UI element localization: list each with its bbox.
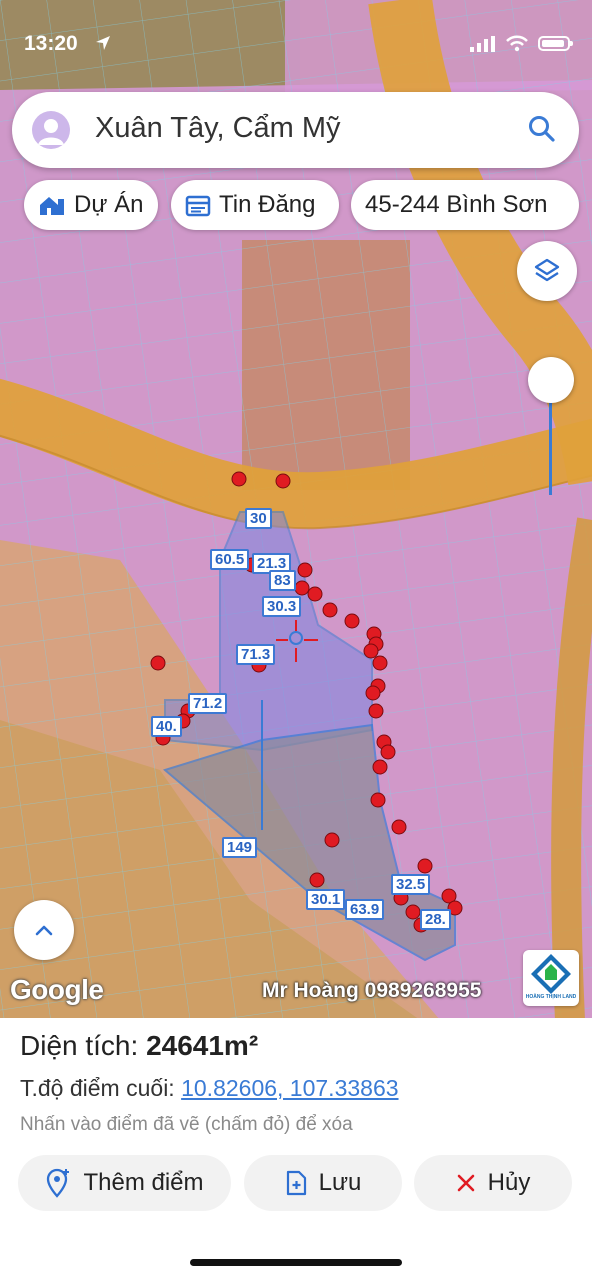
battery-icon: [538, 36, 573, 51]
chip-tin-dang[interactable]: Tin Đăng: [171, 180, 339, 230]
measure-label: 83: [269, 570, 296, 591]
google-logo: Google: [10, 974, 104, 1005]
measure-label: 71.3: [236, 644, 276, 665]
calendar-icon: [185, 195, 211, 217]
add-location-icon: [47, 1168, 70, 1198]
opacity-slider-handle[interactable]: [528, 357, 574, 403]
save-button[interactable]: Lưu: [244, 1155, 402, 1211]
chip-du-an[interactable]: Dự Án: [24, 180, 158, 230]
add-point-label: Thêm điểm: [83, 1169, 204, 1196]
area-label: Diện tích:: [20, 1030, 147, 1061]
measure-label: 71.2: [188, 693, 228, 714]
layers-button[interactable]: [517, 241, 577, 301]
measure-label: 30.3: [262, 596, 302, 617]
brand-logo: HOÀNG THỊNH LAND: [523, 950, 579, 1006]
status-time: 13:20: [24, 32, 78, 55]
chip-location[interactable]: 45-244 Bình Sơn: [351, 180, 579, 230]
expand-button[interactable]: [14, 900, 74, 960]
coord-link[interactable]: 10.82606, 107.33863: [181, 1075, 398, 1101]
watermark-text: Mr Hoàng 0989268955: [262, 979, 482, 1002]
area-value: 24641m²: [146, 1030, 259, 1061]
location-arrow-icon: [96, 36, 110, 50]
measure-label: 149: [222, 837, 258, 858]
home-indicator[interactable]: [190, 1259, 402, 1266]
measure-label: 30.1: [306, 889, 346, 910]
opacity-slider-track[interactable]: [549, 400, 552, 495]
measure-label: 63.9: [345, 899, 385, 920]
measure-label: 30: [245, 508, 272, 529]
measure-label: 40.: [151, 716, 182, 737]
wifi-icon: [506, 35, 528, 52]
coordinate-info: T.độ điểm cuối: 10.82606, 107.33863: [20, 1075, 399, 1102]
measure-label: 60.5: [210, 549, 250, 570]
measure-label: 28.: [420, 909, 451, 930]
measure-label: 32.5: [391, 874, 431, 895]
cancel-label: Hủy: [487, 1169, 531, 1196]
chip-label: 45-244 Bình Sơn: [365, 191, 548, 218]
avatar[interactable]: [32, 111, 70, 149]
area-info: Diện tích: 24641m²: [20, 1030, 258, 1062]
save-label: Lưu: [318, 1169, 362, 1196]
add-point-button[interactable]: Thêm điểm: [18, 1155, 231, 1211]
brand-logo-icon: [531, 954, 571, 994]
coord-label: T.độ điểm cuối:: [20, 1075, 182, 1101]
close-icon: [457, 1174, 474, 1192]
cellular-signal-icon: [470, 36, 495, 52]
user-icon: [38, 119, 64, 145]
layers-icon: [534, 258, 560, 282]
hint-text: Nhấn vào điểm đã vẽ (chấm đỏ) để xóa: [20, 1114, 353, 1135]
cancel-button[interactable]: Hủy: [414, 1155, 572, 1211]
search-bar[interactable]: Xuân Tây, Cẩm Mỹ: [12, 92, 579, 168]
chip-label: Dự Án: [74, 191, 144, 218]
chip-label: Tin Đăng: [219, 191, 316, 218]
home-city-icon: [40, 197, 64, 215]
search-input[interactable]: Xuân Tây, Cẩm Mỹ: [95, 112, 341, 145]
add-file-icon: [286, 1170, 306, 1196]
brand-logo-text: HOÀNG THỊNH LAND: [525, 994, 577, 1000]
chevron-up-icon: [35, 925, 53, 936]
search-icon[interactable]: [527, 114, 557, 144]
status-bar: 13:20: [0, 0, 592, 80]
